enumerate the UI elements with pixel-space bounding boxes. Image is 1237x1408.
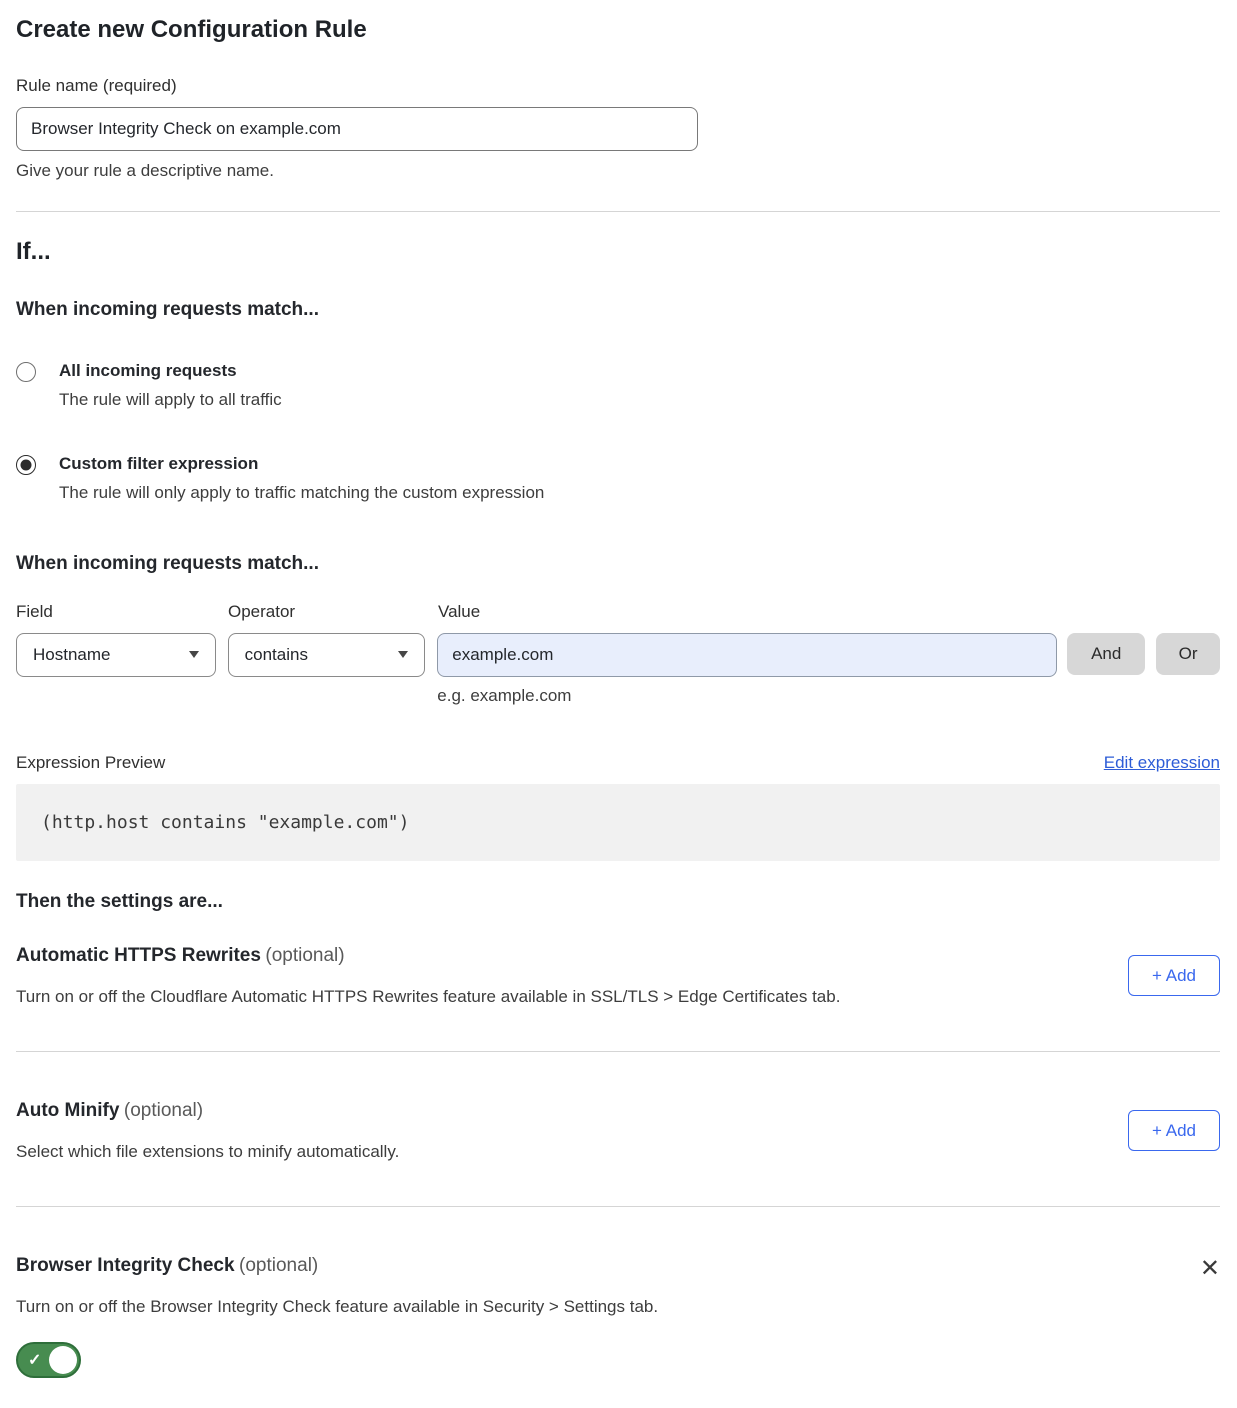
filter-controls-row: Hostname contains e.g. example.com And O… [16, 633, 1220, 706]
radio-option-all-incoming[interactable]: All incoming requests The rule will appl… [16, 361, 1220, 410]
radio-label: Custom filter expression [59, 454, 544, 474]
field-select[interactable]: Hostname [16, 633, 216, 677]
chevron-down-icon [189, 651, 199, 658]
rule-name-help: Give your rule a descriptive name. [16, 161, 1220, 181]
edit-expression-link[interactable]: Edit expression [1104, 753, 1220, 773]
value-input[interactable] [437, 633, 1057, 677]
chevron-down-icon [398, 651, 408, 658]
page-title: Create new Configuration Rule [16, 16, 1220, 45]
setting-texts: Automatic HTTPS Rewrites (optional) Turn… [16, 945, 840, 1007]
filter-builder-heading: When incoming requests match... [16, 553, 1220, 575]
setting-optional-tag: (optional) [124, 1100, 203, 1121]
filter-column-labels: Field Operator Value [16, 602, 1220, 622]
setting-description: Select which file extensions to minify a… [16, 1142, 399, 1162]
setting-optional-tag: (optional) [265, 945, 344, 966]
setting-browser-integrity-check: Browser Integrity Check (optional) Turn … [16, 1255, 1220, 1378]
setting-title-line: Browser Integrity Check (optional) [16, 1255, 1200, 1277]
setting-auto-minify: Auto Minify (optional) Select which file… [16, 1100, 1220, 1162]
expression-preview-label: Expression Preview [16, 753, 165, 773]
radio-label: All incoming requests [59, 361, 282, 381]
setting-texts: Browser Integrity Check (optional) Turn … [16, 1255, 1200, 1378]
setting-name: Browser Integrity Check [16, 1255, 235, 1276]
expression-code-block: (http.host contains "example.com") [16, 784, 1220, 861]
setting-name: Auto Minify [16, 1100, 119, 1121]
check-icon: ✓ [28, 1350, 41, 1370]
setting-texts: Auto Minify (optional) Select which file… [16, 1100, 399, 1162]
and-button[interactable]: And [1067, 633, 1145, 675]
create-configuration-rule-page: Create new Configuration Rule Rule name … [0, 16, 1237, 1408]
value-label: Value [438, 602, 480, 622]
setting-optional-tag: (optional) [239, 1255, 318, 1276]
setting-description: Turn on or off the Browser Integrity Che… [16, 1297, 1200, 1317]
radio-button-unselected[interactable] [16, 362, 36, 382]
setting-title-line: Auto Minify (optional) [16, 1100, 399, 1122]
then-settings-heading: Then the settings are... [16, 891, 1220, 913]
radio-option-custom-filter[interactable]: Custom filter expression The rule will o… [16, 454, 1220, 503]
radio-texts: All incoming requests The rule will appl… [59, 361, 282, 410]
field-selected-value: Hostname [33, 645, 110, 665]
radio-button-selected[interactable] [16, 455, 36, 475]
browser-integrity-check-toggle[interactable]: ✓ [16, 1342, 81, 1378]
operator-label: Operator [228, 602, 438, 622]
radio-description: The rule will only apply to traffic matc… [59, 483, 544, 503]
incoming-requests-heading: When incoming requests match... [16, 299, 1220, 321]
operator-select[interactable]: contains [228, 633, 426, 677]
operator-selected-value: contains [245, 645, 308, 665]
rule-name-label: Rule name (required) [16, 76, 1220, 96]
section-divider [16, 211, 1220, 212]
setting-name: Automatic HTTPS Rewrites [16, 945, 261, 966]
radio-texts: Custom filter expression The rule will o… [59, 454, 544, 503]
close-icon[interactable]: ✕ [1200, 1257, 1220, 1281]
rule-name-input[interactable] [16, 107, 698, 151]
if-heading: If... [16, 238, 1220, 266]
value-hint: e.g. example.com [437, 686, 1057, 706]
field-label: Field [16, 602, 228, 622]
setting-divider [16, 1206, 1220, 1207]
toggle-knob [49, 1346, 77, 1374]
or-button[interactable]: Or [1156, 633, 1220, 675]
setting-description: Turn on or off the Cloudflare Automatic … [16, 987, 840, 1007]
value-column: e.g. example.com [437, 633, 1057, 706]
setting-automatic-https-rewrites: Automatic HTTPS Rewrites (optional) Turn… [16, 945, 1220, 1007]
radio-description: The rule will apply to all traffic [59, 390, 282, 410]
expression-preview-row: Expression Preview Edit expression [16, 753, 1220, 773]
setting-divider [16, 1051, 1220, 1052]
add-automatic-https-rewrites-button[interactable]: + Add [1128, 955, 1220, 996]
setting-title-line: Automatic HTTPS Rewrites (optional) [16, 945, 840, 967]
add-auto-minify-button[interactable]: + Add [1128, 1110, 1220, 1151]
